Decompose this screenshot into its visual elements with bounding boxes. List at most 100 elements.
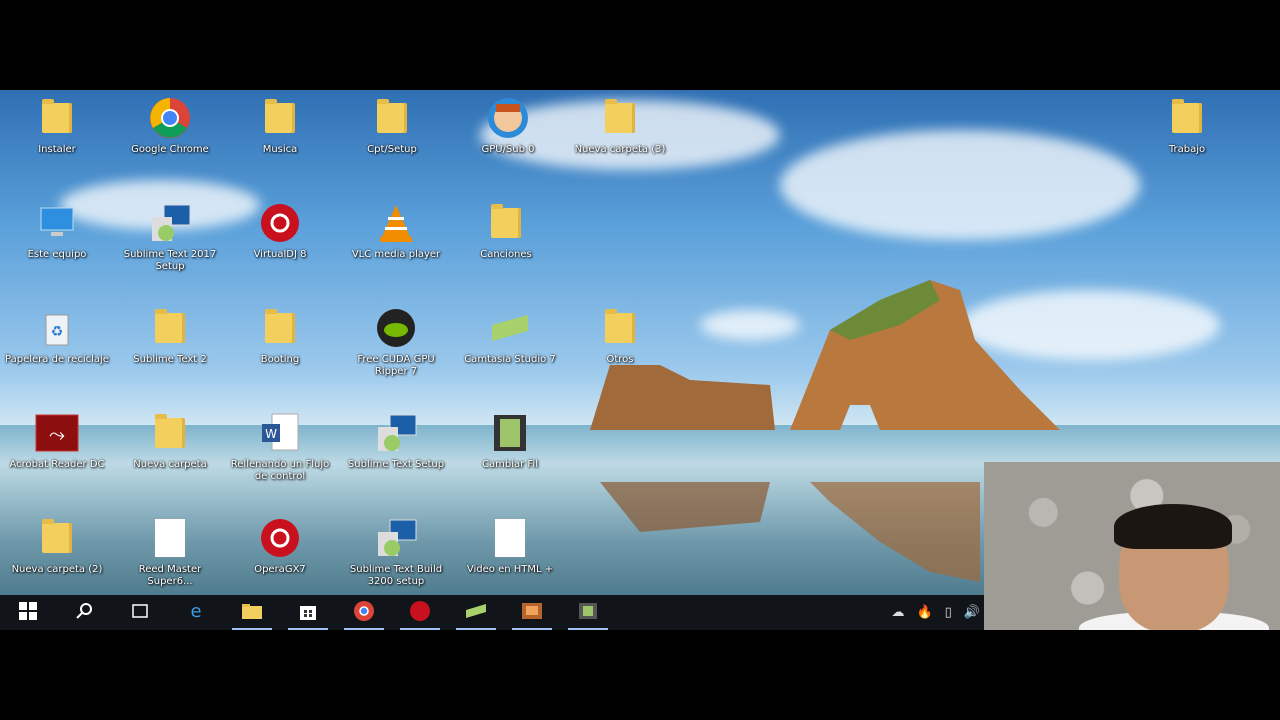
desktop-icon-sublime-text-setup[interactable]: Sublime Text Setup bbox=[344, 410, 448, 506]
folder-icon bbox=[34, 95, 80, 141]
task-view-icon bbox=[130, 603, 150, 623]
desktop-icon-label: Sublime Text 2 bbox=[133, 354, 207, 365]
desktop-icon-instaler[interactable]: Instaler bbox=[5, 95, 109, 191]
taskbar-camtasia-button[interactable] bbox=[448, 595, 504, 630]
vlc-icon bbox=[373, 200, 419, 246]
taskbar-film-button[interactable] bbox=[560, 595, 616, 630]
desktop-icon-cpt-setup[interactable]: Cpt/Setup bbox=[340, 95, 444, 191]
desktop-icon-sublime-text-2[interactable]: Sublime Text 2 bbox=[118, 305, 222, 401]
folder-icon bbox=[34, 515, 80, 561]
desktop-icon-label: Video en HTML + bbox=[466, 564, 554, 575]
folder-icon bbox=[147, 305, 193, 351]
folder-icon bbox=[597, 95, 643, 141]
svg-text:e: e bbox=[190, 601, 201, 621]
taskbar-app-red-button[interactable] bbox=[392, 595, 448, 630]
desktop-icon-cambiar-fil[interactable]: Cambiar Fil bbox=[458, 410, 562, 506]
desktop-icon-label: Rellenando un Flujo de control bbox=[230, 459, 330, 482]
folder-icon bbox=[369, 95, 415, 141]
desktop-icon-nueva-carpeta[interactable]: Nueva carpeta bbox=[118, 410, 222, 506]
film-icon bbox=[578, 602, 598, 624]
desktop-icon-label: OperaGX7 bbox=[254, 564, 306, 575]
installer-icon bbox=[373, 410, 419, 456]
desktop-icon-free-cuda-gpu-ripper-7[interactable]: Free CUDA GPU Ripper 7 bbox=[344, 305, 448, 401]
folder-icon bbox=[147, 410, 193, 456]
webcam-person-hair bbox=[1114, 504, 1232, 549]
desktop-icon-label: Cpt/Setup bbox=[367, 144, 417, 155]
desktop-icon-label: Reed Master Super6... bbox=[138, 564, 202, 587]
recorder-icon bbox=[521, 602, 543, 624]
desktop-icon-musica[interactable]: Musica bbox=[228, 95, 332, 191]
desktop-icon-rellenando-un-flujo-de-control[interactable]: W Rellenando un Flujo de control bbox=[228, 410, 332, 506]
desktop-icon-label: Instaler bbox=[38, 144, 76, 155]
desktop-icon-label: Camtasia Studio 7 bbox=[464, 354, 556, 365]
camtasia-icon bbox=[464, 602, 488, 624]
volume-icon[interactable]: 🔊 bbox=[964, 605, 980, 620]
taskbar-task-view-button[interactable] bbox=[112, 595, 168, 630]
desktop-icon-label: Papelera de reciclaje bbox=[5, 354, 109, 365]
desktop-icon-label: Booting bbox=[260, 354, 300, 365]
system-tray: ☁ 🔥 ▯ 🔊 bbox=[891, 595, 980, 630]
desktop-icon-label: Sublime Text 2017 Setup bbox=[123, 249, 217, 272]
desktop-icon-este-equipo[interactable]: Este equipo bbox=[5, 200, 109, 296]
desktop-icon-label: Free CUDA GPU Ripper 7 bbox=[357, 354, 435, 377]
taskbar-file-explorer-button[interactable] bbox=[224, 595, 280, 630]
desktop-icon-label: Sublime Text Setup bbox=[347, 459, 445, 470]
desktop-icon-camtasia-studio-7[interactable]: Camtasia Studio 7 bbox=[458, 305, 562, 401]
folder-icon bbox=[257, 95, 303, 141]
desktop-icon-label: GPU/Sub 0 bbox=[481, 144, 535, 155]
word-icon: W bbox=[257, 410, 303, 456]
film-icon bbox=[487, 410, 533, 456]
usb-icon[interactable]: ▯ bbox=[945, 605, 952, 620]
edge-icon: e bbox=[186, 601, 206, 625]
windows-icon bbox=[19, 601, 37, 624]
pc-icon bbox=[34, 200, 80, 246]
desktop-icon-booting[interactable]: Booting bbox=[228, 305, 332, 401]
desktop-icon-otros[interactable]: Otros bbox=[568, 305, 672, 401]
flame-icon[interactable]: 🔥 bbox=[916, 605, 932, 620]
desktop-icon-virtualdj-8[interactable]: VirtualDJ 8 bbox=[228, 200, 332, 296]
desktop-icon-vlc-media-player[interactable]: VLC media player bbox=[344, 200, 448, 296]
search-icon bbox=[75, 602, 93, 624]
desktop-icon-label: Musica bbox=[262, 144, 298, 155]
desktop-icon-label: Nueva carpeta (3) bbox=[574, 144, 666, 155]
video-frame: Instaler Google Chrome Musica Cpt/Setup GPU/… bbox=[0, 0, 1280, 720]
svg-text:⤳: ⤳ bbox=[49, 422, 65, 446]
desktop-icon-canciones[interactable]: Canciones bbox=[454, 200, 558, 296]
recycle-icon: ♻ bbox=[34, 305, 80, 351]
desktop-icon-label: Google Chrome bbox=[131, 144, 209, 155]
taskbar-store-button[interactable] bbox=[280, 595, 336, 630]
svg-text:♻: ♻ bbox=[51, 324, 64, 340]
store-icon bbox=[298, 601, 318, 625]
desktop-icon-label: Cambiar Fil bbox=[482, 459, 538, 470]
chrome-icon bbox=[353, 600, 375, 626]
taskbar-start-button[interactable] bbox=[0, 595, 56, 630]
desktop-icon-label: Canciones bbox=[480, 249, 532, 260]
taskbar-edge-button[interactable]: e bbox=[168, 595, 224, 630]
installer-icon bbox=[147, 200, 193, 246]
desktop-icon-gpu-sub-0[interactable]: GPU/Sub 0 bbox=[456, 95, 560, 191]
desktop-icon-sublime-text-2017-setup[interactable]: Sublime Text 2017 Setup bbox=[118, 200, 222, 296]
desktop-icon-papelera-de-reciclaje[interactable]: ♻ Papelera de reciclaje bbox=[5, 305, 109, 401]
desktop-icon-label: VirtualDJ 8 bbox=[253, 249, 307, 260]
desktop-icon-google-chrome[interactable]: Google Chrome bbox=[118, 95, 222, 191]
wallpaper-reflection bbox=[600, 482, 980, 582]
desktop-icon-label: Otros bbox=[606, 354, 634, 365]
app-icon bbox=[485, 95, 531, 141]
desktop-icon-acrobat-reader-dc[interactable]: ⤳ Acrobat Reader DC bbox=[5, 410, 109, 506]
desktop-icon-label: Acrobat Reader DC bbox=[9, 459, 105, 470]
installer-icon bbox=[373, 515, 419, 561]
folder-icon bbox=[1164, 95, 1210, 141]
app-red-icon bbox=[257, 200, 303, 246]
taskbar-recorder-button[interactable] bbox=[504, 595, 560, 630]
desktop-icon-nueva-carpeta-3[interactable]: Nueva carpeta (3) bbox=[568, 95, 672, 191]
taskbar-search-button[interactable] bbox=[56, 595, 112, 630]
desktop-icon-trabajo[interactable]: Trabajo bbox=[1135, 95, 1239, 191]
desktop-icon-label: Este equipo bbox=[27, 249, 87, 260]
desktop-icon-label: Nueva carpeta bbox=[133, 459, 207, 470]
app-icon bbox=[409, 600, 431, 626]
cloud-icon[interactable]: ☁ bbox=[891, 605, 904, 620]
folder-icon bbox=[597, 305, 643, 351]
svg-text:W: W bbox=[265, 427, 277, 441]
taskbar-chrome-button[interactable] bbox=[336, 595, 392, 630]
doc-icon bbox=[147, 515, 193, 561]
